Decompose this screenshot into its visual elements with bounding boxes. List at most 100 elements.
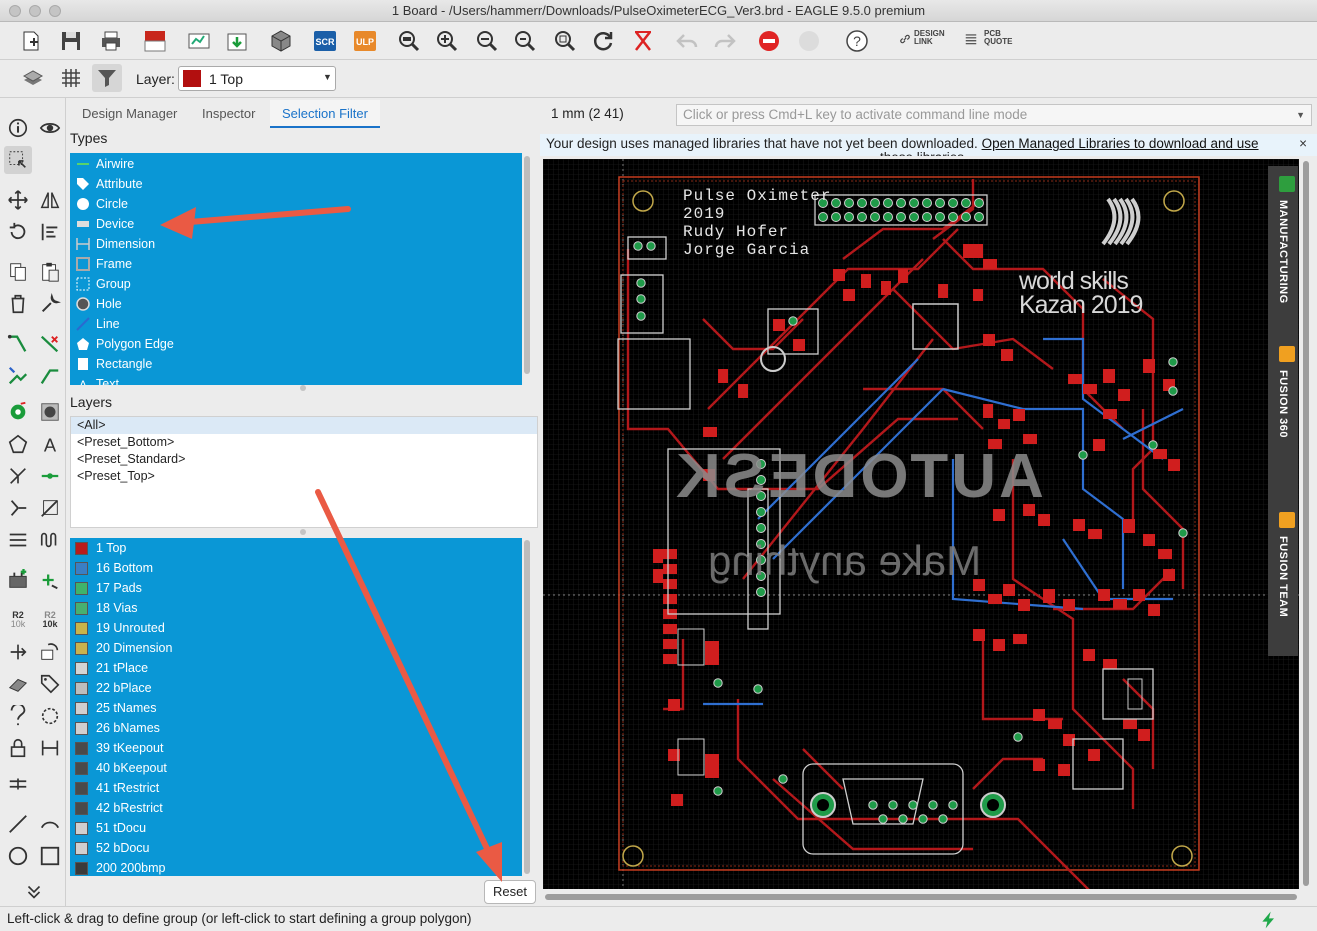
zoom-fit-button[interactable] — [394, 27, 424, 55]
tab-design-manager[interactable]: Design Manager — [70, 100, 189, 128]
banner-link-continuation[interactable]: these libraries — [880, 148, 964, 156]
copy-tool[interactable] — [4, 258, 32, 286]
optimize-tool[interactable] — [4, 702, 32, 730]
manufacturing-tab[interactable]: MANUFACTURING — [1268, 172, 1298, 322]
layer-item[interactable]: 16 Bottom — [70, 558, 522, 578]
paste-tool[interactable] — [36, 258, 64, 286]
info-tool[interactable] — [4, 114, 32, 142]
print-button[interactable] — [96, 27, 126, 55]
dimension-tool[interactable] — [36, 734, 64, 762]
layer-item[interactable]: 52 bDocu — [70, 838, 522, 858]
layer-item[interactable]: 42 bRestrict — [70, 798, 522, 818]
mark-tool[interactable] — [4, 770, 32, 798]
layer-item[interactable]: 26 bNames — [70, 718, 522, 738]
help-button[interactable]: ? — [842, 27, 872, 55]
layer-select[interactable]: 1 Top ▼ — [178, 66, 336, 91]
layer-item[interactable]: 200 200bmp — [70, 858, 522, 876]
type-item-attribute[interactable]: Attribute — [70, 174, 522, 194]
rectangle-tool[interactable] — [36, 842, 64, 870]
layer-item[interactable]: 22 bPlace — [70, 678, 522, 698]
fusion-360-tab[interactable]: FUSION 360 — [1268, 342, 1298, 472]
layer-item[interactable]: 41 tRestrict — [70, 778, 522, 798]
slice-tool[interactable] — [36, 362, 64, 390]
tab-selection-filter[interactable]: Selection Filter — [270, 100, 380, 128]
layer-visibility-button[interactable] — [18, 64, 48, 92]
airwire-tool[interactable] — [36, 462, 64, 490]
layer-item[interactable]: 17 Pads — [70, 578, 522, 598]
ripup-tool[interactable] — [36, 330, 64, 358]
type-item-dimension[interactable]: Dimension — [70, 234, 522, 254]
add-part-tool[interactable] — [4, 566, 32, 594]
redo-button[interactable] — [710, 27, 740, 55]
arc-tool[interactable] — [36, 810, 64, 838]
3d-view-button[interactable] — [266, 27, 296, 55]
group-tool[interactable] — [4, 146, 32, 174]
zoom-previous-button[interactable] — [510, 27, 540, 55]
go-button[interactable] — [794, 27, 824, 55]
lock-tool[interactable] — [4, 734, 32, 762]
type-item-airwire[interactable]: Airwire — [70, 154, 522, 174]
stop-button[interactable] — [754, 27, 784, 55]
circle-tool[interactable] — [4, 842, 32, 870]
type-item-frame[interactable]: Frame — [70, 254, 522, 274]
name-tool[interactable]: R2 10k — [4, 606, 32, 634]
pcb-quote-button[interactable]: PCB QUOTE — [964, 30, 1024, 54]
change-tool[interactable] — [36, 290, 64, 318]
smash-tool[interactable] — [4, 638, 32, 666]
layer-item[interactable]: 1 Top — [70, 538, 522, 558]
selection-filter-button[interactable] — [92, 64, 122, 92]
add-signal-tool[interactable] — [36, 566, 64, 594]
expand-tools-button[interactable] — [20, 878, 48, 906]
vertical-scroll-thumb[interactable] — [1303, 161, 1309, 886]
canvas-horizontal-scrollbar[interactable] — [543, 893, 1299, 901]
fusion-team-tab[interactable]: FUSION TEAM — [1268, 508, 1298, 648]
layer-preset-item[interactable]: <Preset_Top> — [71, 468, 537, 485]
grid-button[interactable] — [56, 64, 86, 92]
miter-tool[interactable] — [36, 526, 64, 554]
layers-scrollbar[interactable] — [524, 540, 530, 874]
route-tool[interactable] — [4, 330, 32, 358]
layer-item[interactable]: 18 Vias — [70, 598, 522, 618]
horizontal-scroll-thumb[interactable] — [545, 894, 1297, 900]
rotate-tool[interactable] — [4, 218, 32, 246]
type-item-device[interactable]: Device — [70, 214, 522, 234]
layer-item[interactable]: 19 Unrouted — [70, 618, 522, 638]
layer-item[interactable]: 39 tKeepout — [70, 738, 522, 758]
layer-item[interactable]: 21 tPlace — [70, 658, 522, 678]
zoom-area-button[interactable] — [550, 27, 580, 55]
zoom-in-button[interactable] — [432, 27, 462, 55]
command-line-input[interactable]: Click or press Cmd+L key to activate com… — [676, 104, 1312, 126]
zoom-out-button[interactable] — [472, 27, 502, 55]
polygon-tool[interactable] — [4, 430, 32, 458]
replace-tool[interactable] — [36, 638, 64, 666]
layer-item[interactable]: 20 Dimension — [70, 638, 522, 658]
lightning-icon[interactable] — [1258, 910, 1280, 930]
splitter-handle[interactable] — [300, 385, 306, 391]
open-managed-libraries-link[interactable]: Open Managed Libraries to download and u… — [982, 136, 1259, 151]
signal-tool[interactable] — [4, 462, 32, 490]
layer-preset-item[interactable]: <Preset_Standard> — [71, 451, 537, 468]
type-item-group[interactable]: Group — [70, 274, 522, 294]
undo-button[interactable] — [672, 27, 702, 55]
delete-tool[interactable] — [4, 290, 32, 318]
zoom-window-button[interactable] — [49, 5, 61, 17]
mirror-tool[interactable] — [36, 186, 64, 214]
design-link-button[interactable]: DESIGN LINK — [898, 30, 958, 54]
via-tool[interactable] — [4, 398, 32, 426]
canvas-vertical-scrollbar[interactable] — [1302, 159, 1310, 889]
run-ulp-button[interactable]: ULP — [350, 27, 380, 55]
text-tool[interactable]: A — [36, 430, 64, 458]
minimize-window-button[interactable] — [29, 5, 41, 17]
align-tool[interactable] — [36, 218, 64, 246]
type-item-circle[interactable]: Circle — [70, 194, 522, 214]
layer-item[interactable]: 25 tNames — [70, 698, 522, 718]
new-file-button[interactable] — [16, 27, 46, 55]
close-icon[interactable]: × — [1299, 134, 1307, 154]
cam-button[interactable] — [184, 27, 214, 55]
save-button[interactable] — [56, 27, 86, 55]
ratsnest-tool[interactable] — [4, 494, 32, 522]
layer-item[interactable]: 40 bKeepout — [70, 758, 522, 778]
layer-preset-item[interactable]: <Preset_Bottom> — [71, 434, 537, 451]
attribute-tool[interactable] — [36, 670, 64, 698]
type-item-rectangle[interactable]: Rectangle — [70, 354, 522, 374]
